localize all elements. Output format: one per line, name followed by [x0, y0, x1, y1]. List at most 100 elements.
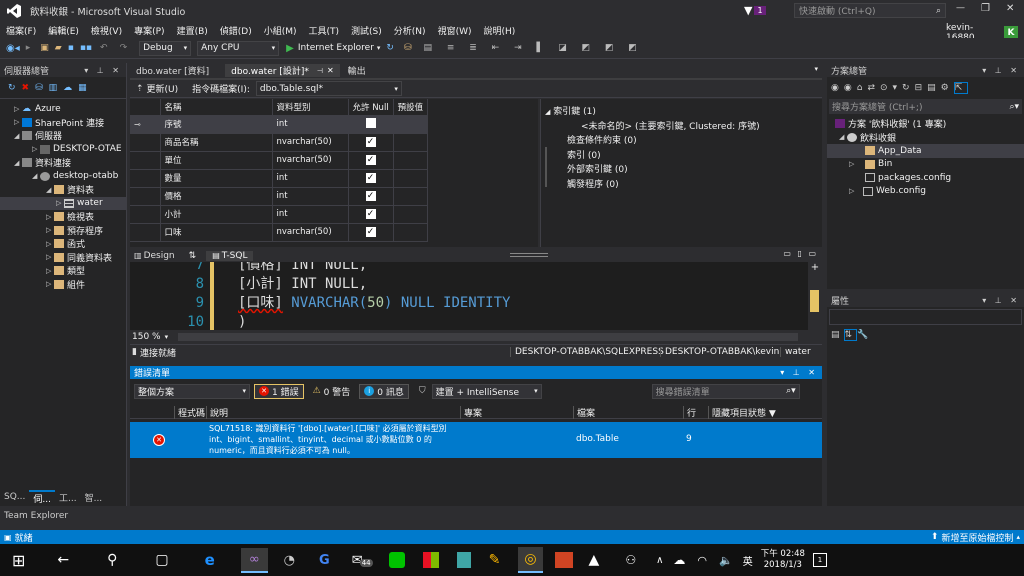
expand-icon[interactable]: ▷ [56, 199, 64, 207]
col-header-description[interactable]: 說明 [206, 406, 228, 419]
panel-pin-close-icons[interactable]: ▾ ⊥ ✕ [780, 368, 818, 377]
row-selector[interactable] [130, 223, 161, 242]
forward-nav-icon[interactable]: ▸ [26, 43, 31, 53]
properties-icon[interactable]: ⚙ [941, 83, 954, 93]
tree-item-types[interactable]: ▷ 類型 [0, 264, 126, 278]
expand-icon[interactable]: ▷ [14, 105, 22, 113]
cell-default[interactable] [393, 133, 429, 152]
undo-icon[interactable]: ↶ [100, 43, 108, 53]
solution-search-box[interactable]: 搜尋方案總管 (Ctrl+;) ⌕▾ [829, 99, 1022, 114]
azure-icon[interactable]: ☁ [63, 83, 78, 93]
tree-item-procedures[interactable]: ▷ 預存程序 [0, 224, 126, 238]
connect-server-icon[interactable]: ▥ [49, 83, 64, 93]
cell-column-name[interactable]: 商品名稱 [160, 133, 273, 152]
allow-null-checkbox-checked[interactable]: ✓ [365, 209, 376, 220]
task-view-icon[interactable]: ▢ [155, 552, 168, 568]
minimize-button[interactable]: — [956, 3, 965, 13]
source-control-button[interactable]: ⬆ 新增至原始檔控制 ▴ [931, 531, 1020, 544]
expand-icon[interactable]: ▷ [46, 213, 54, 221]
home-icon[interactable]: ⌂ [857, 83, 868, 93]
code-line[interactable]: [口味] NVARCHAR(50) NULL IDENTITY [238, 294, 510, 313]
errors-filter-button[interactable]: ✕ 1 錯誤 [254, 383, 304, 399]
volume-icon[interactable]: 🔈 [719, 554, 733, 567]
expand-icon[interactable]: ▷ [849, 187, 857, 195]
cell-data-type[interactable]: int [272, 205, 349, 224]
notes-icon[interactable] [456, 552, 471, 568]
col-header-file[interactable]: 檔案 [573, 406, 595, 419]
row-selector[interactable] [130, 169, 161, 188]
notification-badge[interactable]: 1 [754, 6, 766, 15]
allow-null-checkbox-checked[interactable]: ✓ [365, 173, 376, 184]
cell-default[interactable] [393, 223, 429, 242]
tree-item-desktop-server[interactable]: ▷ DESKTOP-OTAE [0, 143, 126, 157]
cell-column-name[interactable]: 價格 [160, 187, 273, 206]
cell-data-type[interactable]: int [272, 187, 349, 206]
windows-start-icon[interactable]: ⊞ [12, 551, 25, 570]
mail-icon[interactable]: ✉ 44 [352, 553, 373, 568]
preview-icon[interactable]: ⇱ [953, 82, 969, 94]
error-description[interactable]: SQL71518: 識別資料行 '[dbo].[water].[口味]' 必須屬… [209, 423, 463, 456]
cell-column-name[interactable]: 小計 [160, 205, 273, 224]
tray-expand-icon[interactable]: ∧ [656, 555, 663, 566]
cell-default[interactable] [393, 115, 429, 134]
line-icon[interactable] [388, 552, 405, 568]
menu-edit[interactable]: 編輯(E) [42, 24, 85, 37]
tsql-editor[interactable]: 7 8 9 10 [價格] INT NULL, [小計] INT NULL, [… [130, 262, 822, 330]
wifi-icon[interactable]: ◠ [697, 554, 707, 567]
tab-sql-object[interactable]: SQ... [0, 492, 29, 502]
office-icon[interactable] [422, 552, 439, 568]
script-file-dropdown[interactable]: dbo.Table.sql* ▾ [255, 81, 402, 96]
refresh-icon[interactable]: ↻ [902, 83, 915, 93]
zoom-dropdown-icon[interactable]: ▾ [165, 333, 169, 341]
alphabetical-icon[interactable]: ⇅ [843, 329, 858, 341]
back-icon[interactable]: ◉ [831, 83, 844, 93]
tree-item-sharepoint[interactable]: ▷ SharePoint 連接 [0, 116, 126, 130]
forward-icon[interactable]: ◉ [844, 83, 857, 93]
new-project-icon[interactable]: ▣ [40, 43, 49, 53]
cell-allow-null[interactable]: ✓ [348, 205, 394, 224]
tree-item-data-connections[interactable]: ◢ 資料連接 [0, 156, 126, 170]
table-row[interactable]: 價格 int ✓ [130, 187, 429, 206]
save-icon[interactable]: ▪ [68, 43, 74, 53]
cell-data-type[interactable]: int [272, 115, 349, 134]
presentation-icon[interactable] [554, 552, 573, 568]
visual-studio-taskbar-icon[interactable]: ∞ [240, 547, 268, 573]
filter-icon[interactable]: ▼ [769, 409, 776, 419]
collapse-icon[interactable]: ◢ [545, 108, 550, 116]
cell-data-type[interactable]: int [272, 169, 349, 188]
collapse-icon[interactable]: ◢ [46, 186, 54, 194]
allow-null-checkbox-checked[interactable]: ✓ [365, 137, 376, 148]
row-selector[interactable] [130, 187, 161, 206]
collapse-icon[interactable]: ◢ [14, 159, 22, 167]
browser-link-icon[interactable]: ⛁ [404, 43, 412, 53]
tab-server-explorer[interactable]: 伺... [29, 489, 55, 505]
cell-allow-null[interactable] [348, 115, 394, 134]
tree-item-solution[interactable]: 方案 '飲料收銀' (1 專案) [827, 117, 1024, 131]
refresh-icon[interactable]: ↻ [8, 83, 22, 93]
collapse-icon[interactable]: ◢ [14, 132, 22, 140]
col-header-line[interactable]: 行 [683, 406, 696, 419]
menu-tools[interactable]: 工具(T) [303, 24, 346, 37]
menu-window[interactable]: 視窗(W) [432, 24, 478, 37]
cell-allow-null[interactable]: ✓ [348, 151, 394, 170]
scope-dropdown[interactable]: 整個方案 ▾ [134, 383, 250, 399]
keys-group[interactable]: ◢ 索引鍵 (1) [545, 105, 822, 120]
tab-overflow-icon[interactable]: ▾ [814, 65, 818, 73]
cell-column-name[interactable]: 數量 [160, 169, 273, 188]
tree-item-connection[interactable]: ◢ desktop-otabb [0, 170, 126, 184]
menu-test[interactable]: 測試(S) [345, 24, 388, 37]
col-header-project[interactable]: 專案 [460, 406, 482, 419]
cell-column-name[interactable]: 口味 [160, 223, 273, 242]
tree-item-web-config[interactable]: ▷ Web.config [827, 185, 1024, 199]
cell-data-type[interactable]: nvarchar(50) [272, 133, 349, 152]
tree-item-water-table[interactable]: ▷ water [0, 196, 126, 210]
panel-pin-close-icons[interactable]: ▾ ⊥ ✕ [84, 66, 122, 75]
triggers[interactable]: 觸發程序 (0) [545, 178, 822, 193]
show-all-files-icon[interactable]: ▤ [927, 83, 941, 93]
foreign-keys[interactable]: 外部索引鍵 (0) [545, 163, 822, 178]
allow-null-checkbox-checked[interactable]: ✓ [365, 191, 376, 202]
tab-toolbox[interactable]: 工... [55, 491, 81, 504]
cell-allow-null[interactable]: ✓ [348, 223, 394, 242]
menu-view[interactable]: 檢視(V) [85, 24, 128, 37]
error-row[interactable]: ✕ SQL71518: 識別資料行 '[dbo].[water].[口味]' 必… [130, 422, 822, 458]
